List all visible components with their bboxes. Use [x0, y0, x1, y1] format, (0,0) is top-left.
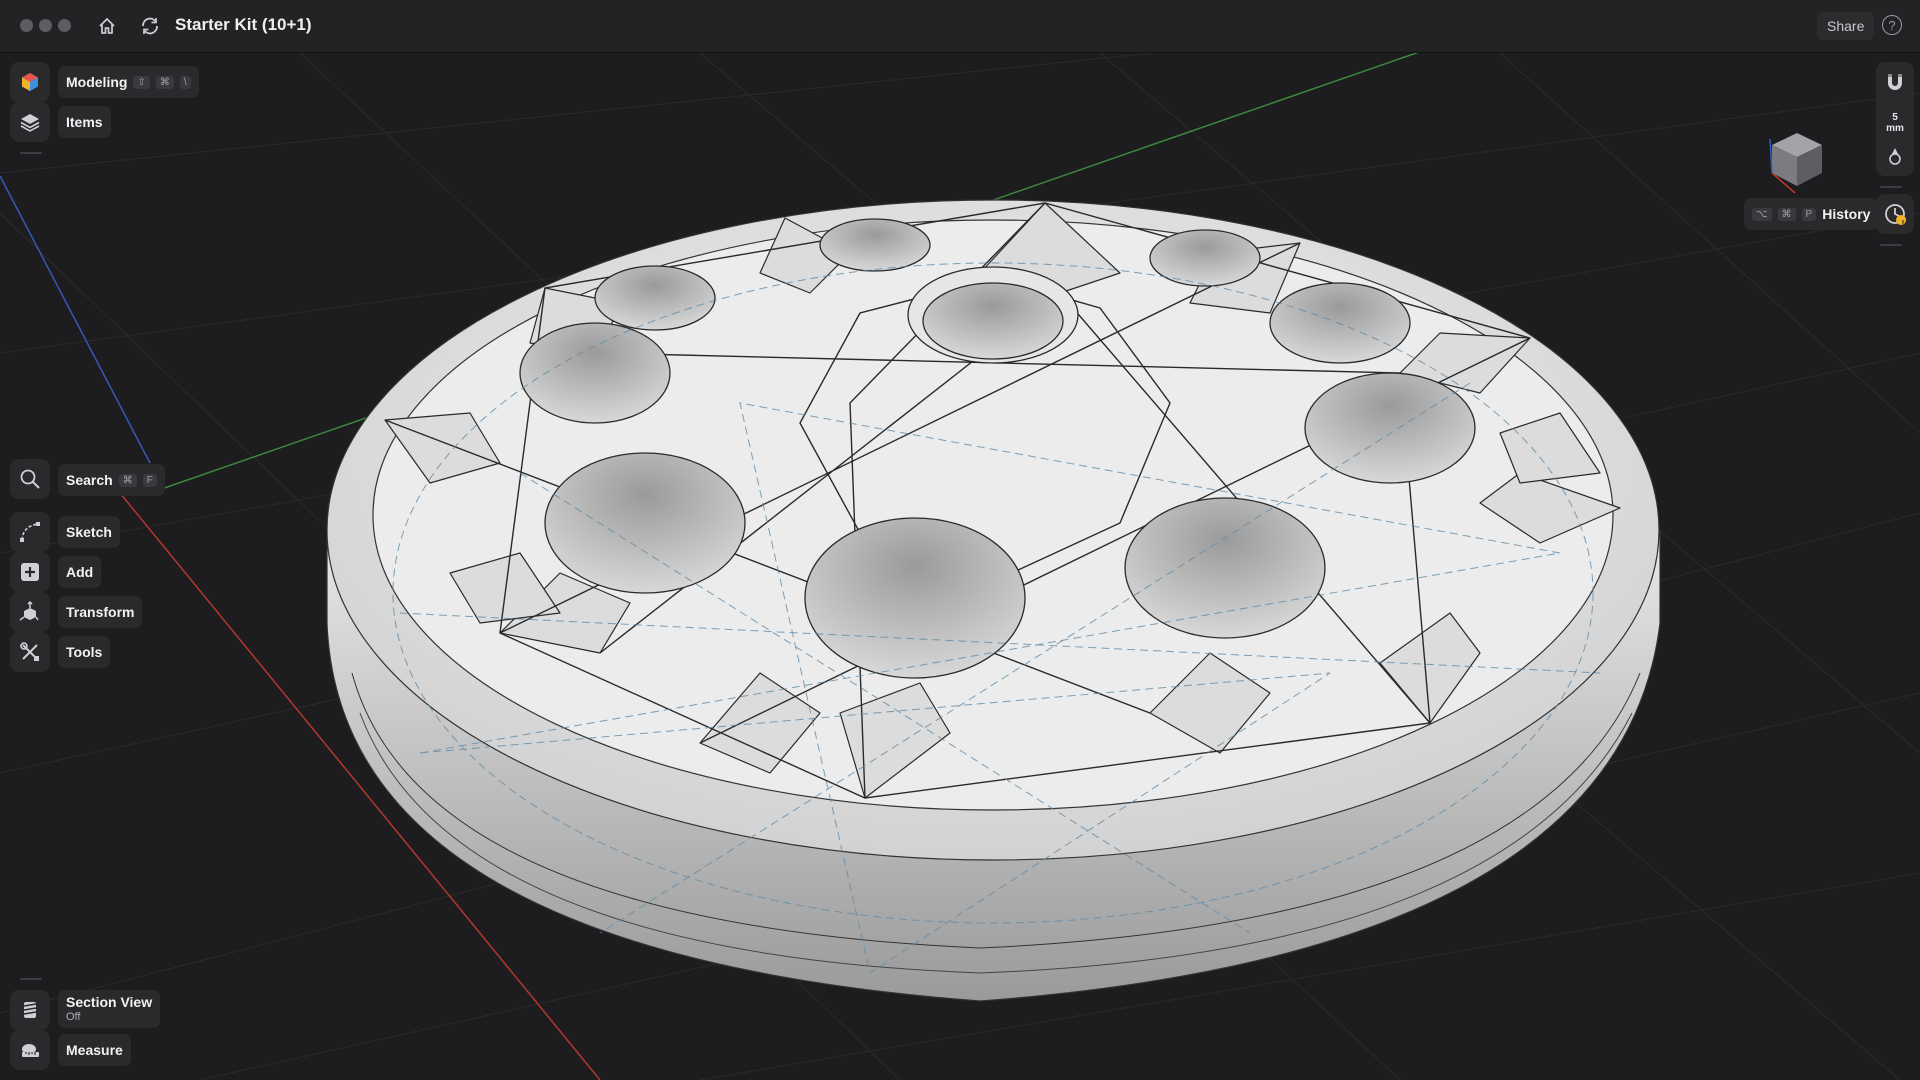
shortcut-key: ⌥	[1752, 207, 1772, 221]
shortcut-key: ⌘	[155, 75, 174, 89]
pivot-icon[interactable]	[1884, 146, 1906, 173]
tools-text: Tools	[66, 644, 103, 660]
model-part[interactable]	[326, 199, 1661, 1002]
workspace-name: Modeling	[66, 74, 128, 90]
shortcut-key: ⌘	[1777, 207, 1796, 221]
add-label[interactable]: Add	[58, 556, 102, 588]
viewport-canvas[interactable]	[0, 53, 1920, 1080]
transform-button[interactable]	[10, 592, 50, 632]
3d-viewport[interactable]	[0, 53, 1920, 1080]
shortcut-key: ⌘	[118, 473, 137, 487]
search-button[interactable]	[10, 459, 50, 499]
title-bar: Starter Kit (10+1) Share ?	[0, 0, 1920, 53]
section-view-icon	[23, 1002, 37, 1018]
history-toggle[interactable]	[1876, 194, 1914, 234]
modeling-cube-icon	[22, 73, 38, 91]
add-icon	[21, 563, 39, 581]
grid-size-readout[interactable]: 5 mm	[1880, 112, 1910, 134]
sketch-button[interactable]	[10, 512, 50, 552]
shortcut-key: ⇧	[133, 75, 150, 89]
items-text: Items	[66, 114, 103, 130]
sync-icon[interactable]	[135, 11, 165, 41]
document-title: Starter Kit (10+1)	[175, 15, 312, 34]
measure-text: Measure	[66, 1042, 123, 1058]
magnet-icon[interactable]	[1883, 70, 1907, 99]
tools-icon	[20, 642, 39, 661]
tools-label[interactable]: Tools	[58, 636, 111, 668]
minimize-window-button[interactable]	[39, 19, 52, 32]
transform-label[interactable]: Transform	[58, 596, 143, 628]
shortcut-key: \	[179, 75, 191, 89]
add-button[interactable]	[10, 552, 50, 592]
shortcut-key: F	[142, 473, 157, 487]
measure-button[interactable]	[10, 1030, 50, 1070]
add-text: Add	[66, 564, 94, 580]
workspace-label[interactable]: Modeling ⇧ ⌘ \	[58, 66, 199, 98]
share-button[interactable]: Share	[1817, 12, 1875, 40]
section-view-status: Off	[66, 1011, 81, 1023]
separator	[1880, 186, 1902, 188]
shortcut-key: P	[1801, 207, 1817, 221]
tools-button[interactable]	[10, 632, 50, 672]
search-label[interactable]: Search ⌘ F	[58, 464, 165, 496]
history-clock-icon	[1885, 204, 1906, 225]
view-cube-icon[interactable]	[1769, 133, 1822, 194]
workspace-button[interactable]	[10, 62, 50, 102]
search-icon	[20, 469, 40, 489]
home-icon[interactable]	[92, 11, 122, 41]
close-window-button[interactable]	[20, 19, 33, 32]
sketch-icon	[20, 522, 40, 542]
separator	[20, 152, 42, 154]
search-text: Search	[66, 472, 113, 488]
history-button[interactable]: ⌥ ⌘ P History	[1744, 198, 1879, 230]
separator	[20, 978, 42, 980]
transform-icon	[19, 600, 39, 621]
grid-size-value: 5	[1892, 112, 1898, 123]
items-label[interactable]: Items	[58, 106, 111, 138]
zoom-window-button[interactable]	[58, 19, 71, 32]
z-axis	[0, 175, 151, 464]
layers-icon	[20, 114, 40, 132]
items-button[interactable]	[10, 102, 50, 142]
section-view-button[interactable]	[10, 990, 50, 1030]
history-text: History	[1822, 206, 1871, 222]
history-badge: !	[1901, 219, 1905, 228]
sketch-label[interactable]: Sketch	[58, 516, 120, 548]
transform-text: Transform	[66, 604, 135, 620]
separator	[1880, 244, 1902, 246]
grid-size-unit: mm	[1886, 123, 1904, 134]
measure-icon	[22, 1044, 39, 1057]
measure-label[interactable]: Measure	[58, 1034, 131, 1066]
help-icon[interactable]: ?	[1882, 15, 1902, 35]
section-view-text: Section View	[66, 994, 153, 1010]
sketch-text: Sketch	[66, 524, 112, 540]
